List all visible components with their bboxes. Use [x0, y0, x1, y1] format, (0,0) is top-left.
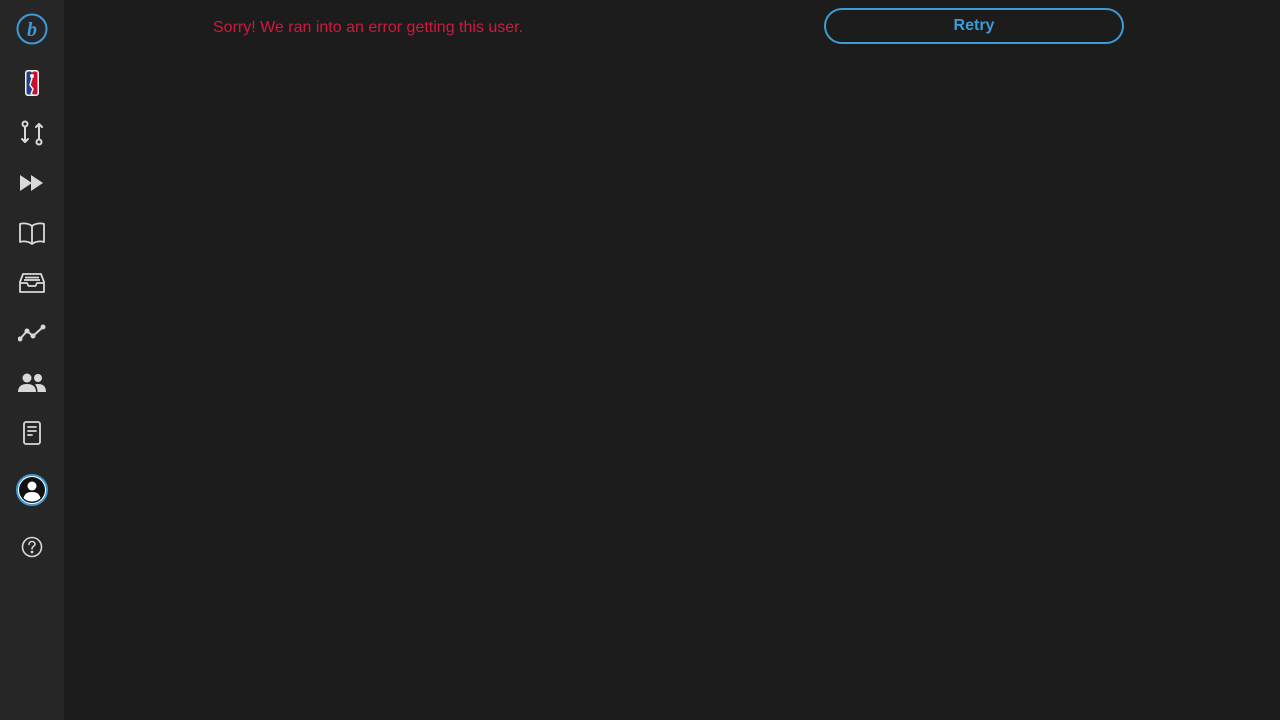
sidebar-item-notes[interactable]: [12, 413, 52, 453]
inbox-tray-icon: [19, 273, 45, 293]
retry-button[interactable]: Retry: [824, 8, 1124, 44]
sidebar-item-fast-forward[interactable]: [12, 163, 52, 203]
document-icon: [23, 421, 41, 445]
sidebar-item-trades[interactable]: [12, 113, 52, 153]
logo-b-icon: b: [16, 13, 48, 45]
main-content: Sorry! We ran into an error getting this…: [64, 0, 1280, 720]
users-icon: [18, 373, 46, 392]
sidebar-item-guide[interactable]: [12, 213, 52, 253]
error-message: Sorry! We ran into an error getting this…: [213, 19, 524, 36]
question-circle-icon: [21, 536, 43, 558]
line-chart-icon: [18, 324, 46, 342]
sidebar-item-help[interactable]: [12, 527, 52, 567]
sidebar-item-users[interactable]: [12, 363, 52, 403]
svg-text:b: b: [27, 19, 37, 41]
sidebar-item-profile[interactable]: [12, 470, 52, 510]
sidebar-item-nba[interactable]: [12, 63, 52, 103]
open-book-icon: [19, 222, 45, 245]
sidebar-item-trends[interactable]: [12, 313, 52, 353]
logo-button[interactable]: b: [12, 9, 52, 49]
swap-arrows-icon: [21, 120, 43, 146]
fast-forward-icon: [20, 175, 43, 191]
sidebar: b: [0, 0, 64, 720]
nba-logo-icon: [25, 70, 39, 96]
sidebar-item-inbox[interactable]: [12, 263, 52, 303]
user-avatar-icon: [16, 474, 48, 506]
app-window: b Sorry! We ran into an error getting th…: [0, 0, 1280, 720]
